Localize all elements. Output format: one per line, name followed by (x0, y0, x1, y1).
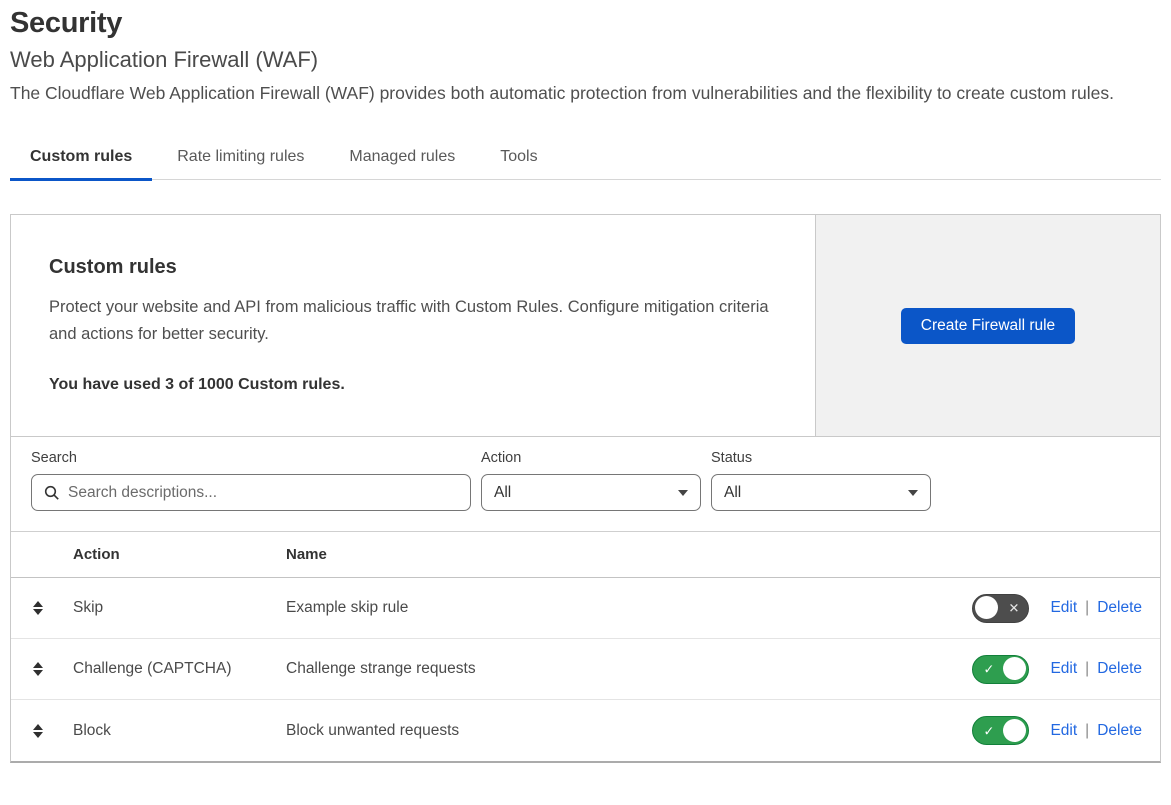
rule-action-cell: Skip (73, 599, 104, 617)
card-description: Protect your website and API from malici… (49, 298, 769, 344)
panel-header: Custom rules Protect your website and AP… (11, 215, 1160, 437)
search-filter-group: Search (31, 450, 471, 512)
action-filter-value: All (494, 483, 512, 501)
delete-link[interactable]: Delete (1097, 722, 1142, 740)
row-controls: ✓✕ Edit | Delete (972, 593, 1142, 623)
delete-link[interactable]: Delete (1097, 660, 1142, 678)
toggle-knob (1003, 657, 1027, 681)
chevron-down-icon (908, 489, 918, 496)
chevron-down-icon (678, 489, 688, 496)
status-filter-label: Status (711, 450, 753, 467)
row-controls: ✓✕ Edit | Delete (972, 654, 1142, 684)
table-row: Block Block unwanted requests ✓✕ Edit | … (11, 700, 1160, 762)
check-icon: ✓ (983, 661, 995, 677)
status-filter-group: Status All (711, 450, 931, 512)
rule-name-cell: Example skip rule (286, 599, 409, 617)
edit-link[interactable]: Edit (1050, 722, 1077, 740)
status-filter-value: All (724, 483, 742, 501)
custom-rules-panel: Custom rules Protect your website and AP… (10, 214, 1161, 764)
search-box (31, 474, 471, 512)
rule-name-cell: Block unwanted requests (286, 721, 460, 739)
table-row: Challenge (CAPTCHA) Challenge strange re… (11, 639, 1160, 701)
rule-enabled-toggle[interactable]: ✓✕ (972, 654, 1030, 684)
action-filter-group: Action All (481, 450, 701, 512)
check-icon: ✓ (983, 723, 995, 739)
toggle-knob (975, 596, 999, 620)
action-filter-label: Action (481, 450, 522, 467)
card-title: Custom rules (49, 256, 177, 279)
search-icon (44, 485, 59, 500)
drag-handle-icon[interactable] (31, 601, 45, 616)
column-header-action: Action (73, 546, 120, 564)
row-links: Edit | Delete (1050, 660, 1142, 678)
panel-header-action-area: Create Firewall rule (815, 215, 1160, 437)
status-filter-select[interactable]: All (711, 474, 931, 512)
panel-header-text: Custom rules Protect your website and AP… (11, 215, 815, 436)
rule-enabled-toggle[interactable]: ✓✕ (972, 593, 1030, 623)
row-controls: ✓✕ Edit | Delete (972, 716, 1142, 746)
security-page: Security Web Application Firewall (WAF) … (0, 7, 1171, 764)
toggle-knob (1003, 718, 1027, 742)
rule-action-cell: Challenge (CAPTCHA) (73, 660, 232, 678)
create-firewall-rule-button[interactable]: Create Firewall rule (900, 307, 1076, 344)
link-separator: | (1085, 721, 1090, 739)
waf-tabs: Custom rules Rate limiting rules Managed… (10, 138, 1161, 182)
search-label: Search (31, 450, 77, 467)
link-separator: | (1085, 599, 1090, 617)
tab-managed-rules[interactable]: Managed rules (329, 138, 475, 179)
page-description: The Cloudflare Web Application Firewall … (10, 83, 1114, 103)
filters-bar: Search Action All Status (11, 436, 1160, 531)
drag-handle-icon[interactable] (31, 662, 45, 677)
edit-link[interactable]: Edit (1050, 660, 1077, 678)
rule-enabled-toggle[interactable]: ✓✕ (972, 716, 1030, 746)
usage-count-text: You have used 3 of 1000 Custom rules. (49, 375, 345, 393)
drag-handle-icon[interactable] (31, 723, 45, 738)
tab-custom-rules[interactable]: Custom rules (10, 138, 153, 182)
edit-link[interactable]: Edit (1050, 599, 1077, 617)
column-header-name: Name (286, 546, 327, 564)
x-icon: ✕ (1008, 600, 1020, 616)
rule-name-cell: Challenge strange requests (286, 660, 476, 678)
link-separator: | (1085, 660, 1090, 678)
rules-table-body: Skip Example skip rule ✓✕ Edit | Delete … (11, 578, 1160, 762)
rule-action-cell: Block (73, 721, 111, 739)
delete-link[interactable]: Delete (1097, 599, 1142, 617)
row-links: Edit | Delete (1050, 599, 1142, 617)
tab-tools[interactable]: Tools (480, 138, 557, 179)
rules-table-header: Action Name (11, 531, 1160, 579)
tab-rate-limiting-rules[interactable]: Rate limiting rules (157, 138, 324, 179)
page-title: Security (10, 7, 123, 39)
page-subtitle: Web Application Firewall (WAF) (10, 47, 319, 72)
search-input[interactable] (68, 483, 458, 502)
row-links: Edit | Delete (1050, 722, 1142, 740)
action-filter-select[interactable]: All (481, 474, 701, 512)
table-row: Skip Example skip rule ✓✕ Edit | Delete (11, 578, 1160, 640)
